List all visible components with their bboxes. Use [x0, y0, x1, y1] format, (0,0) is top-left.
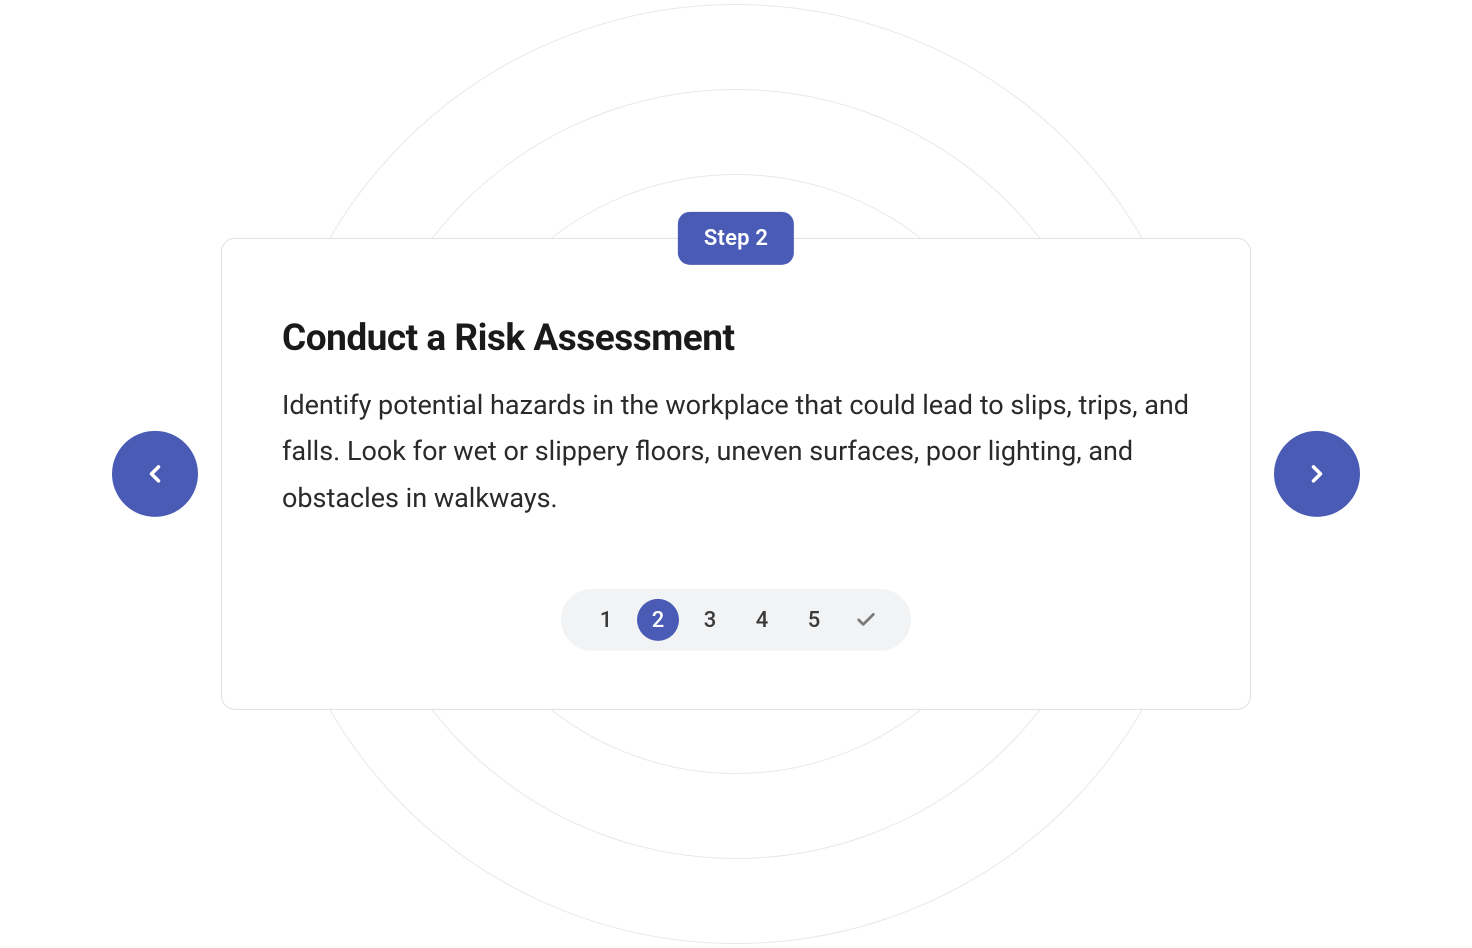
next-step-button[interactable] — [1274, 431, 1360, 517]
step-dot-1[interactable]: 1 — [585, 599, 627, 641]
step-description: Identify potential hazards in the workpl… — [282, 382, 1190, 521]
step-dot-3[interactable]: 3 — [689, 599, 731, 641]
chevron-left-icon — [141, 460, 169, 488]
step-dot-complete[interactable] — [845, 599, 887, 641]
step-dot-5[interactable]: 5 — [793, 599, 835, 641]
step-indicator: 1 2 3 4 5 — [561, 589, 911, 651]
step-dot-2[interactable]: 2 — [637, 599, 679, 641]
step-title: Conduct a Risk Assessment — [282, 317, 1190, 360]
step-card: Step 2 Conduct a Risk Assessment Identif… — [221, 238, 1251, 710]
chevron-right-icon — [1303, 460, 1331, 488]
step-badge: Step 2 — [678, 212, 794, 265]
check-icon — [855, 609, 877, 631]
step-dot-4[interactable]: 4 — [741, 599, 783, 641]
carousel-stage: Step 2 Conduct a Risk Assessment Identif… — [156, 238, 1316, 710]
previous-step-button[interactable] — [112, 431, 198, 517]
